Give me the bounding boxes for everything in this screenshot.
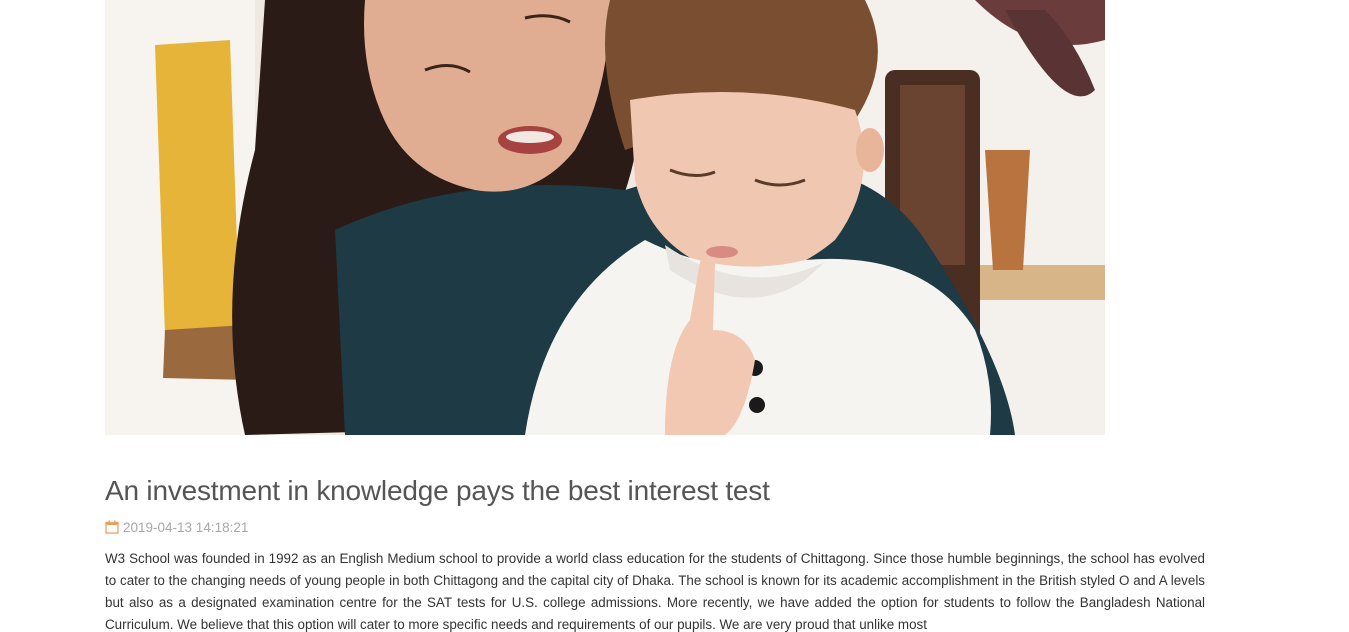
- hero-illustration: [105, 0, 1105, 435]
- calendar-icon: [105, 520, 119, 534]
- article: An investment in knowledge pays the best…: [105, 472, 1205, 632]
- article-meta: 2019-04-13 14:18:21: [105, 518, 1205, 536]
- article-body: W3 School was founded in 1992 as an Engl…: [105, 551, 1205, 632]
- hero-image: [105, 0, 1105, 435]
- article-date: 2019-04-13 14:18:21: [123, 519, 249, 535]
- page: An investment in knowledge pays the best…: [0, 0, 1349, 632]
- article-title[interactable]: An investment in knowledge pays the best…: [105, 472, 1205, 510]
